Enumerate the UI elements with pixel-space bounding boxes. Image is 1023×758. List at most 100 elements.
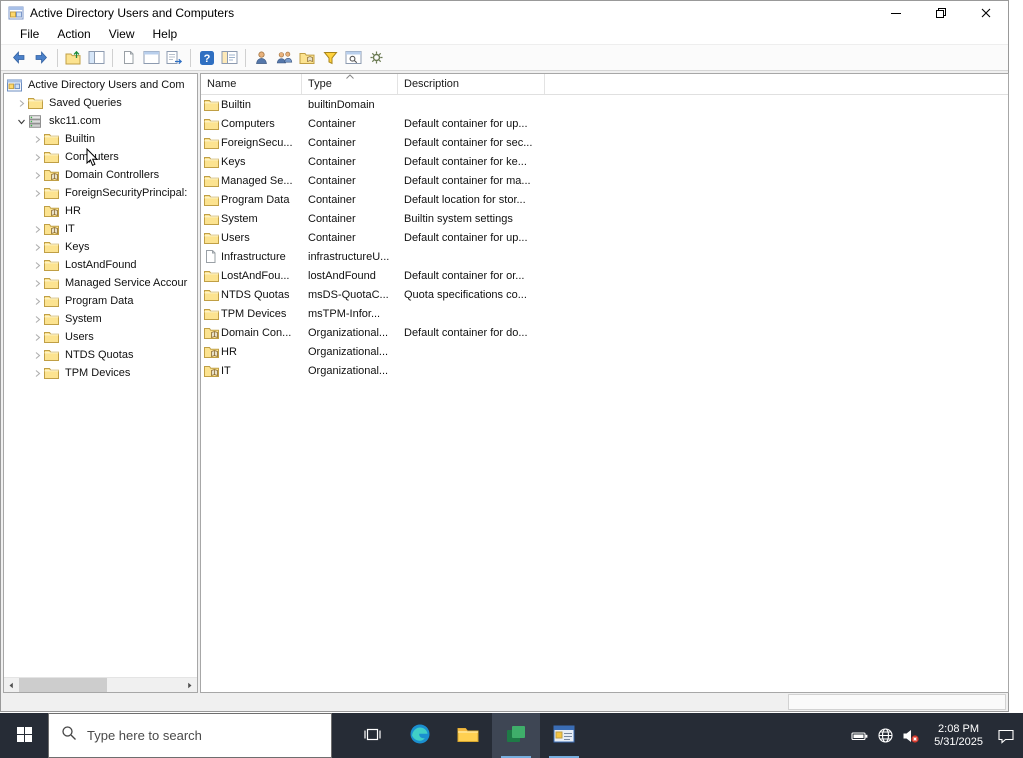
chevron-right-icon[interactable] [30, 333, 44, 342]
list-row-it[interactable]: IT Organizational... [201, 361, 1008, 380]
list-row-managed-se[interactable]: Managed Se... Container Default container … [201, 171, 1008, 190]
minimize-button[interactable] [873, 1, 918, 24]
list-row-tpm-devices[interactable]: TPM Devices msTPM-Infor... [201, 304, 1008, 323]
tree-item-hr[interactable]: HR [4, 202, 197, 220]
list-row-domain-con[interactable]: Domain Con... Organizational... Default co… [201, 323, 1008, 342]
list-row-system[interactable]: System Container Builtin system settings [201, 209, 1008, 228]
mmc-console-button[interactable] [540, 713, 588, 758]
chevron-right-icon[interactable] [30, 153, 44, 162]
list-row-lostandfou[interactable]: LostAndFou... lostAndFound Default contain… [201, 266, 1008, 285]
task-view-button[interactable] [348, 713, 396, 758]
edge-browser-button[interactable] [396, 713, 444, 758]
chevron-right-icon[interactable] [30, 171, 44, 180]
chevron-right-icon[interactable] [30, 135, 44, 144]
tree-item-system[interactable]: System [4, 310, 197, 328]
chevron-right-icon[interactable] [30, 315, 44, 324]
tree-item-users[interactable]: Users [4, 328, 197, 346]
refresh-icon[interactable] [140, 46, 163, 69]
tree-item-active-directory-users-and-com[interactable]: Active Directory Users and Com [4, 76, 197, 94]
tree-item-label: IT [65, 223, 75, 235]
chevron-right-icon[interactable] [30, 297, 44, 306]
tree-item-builtin[interactable]: Builtin [4, 130, 197, 148]
tree-item-label: Users [65, 331, 94, 343]
help-icon[interactable]: ? [195, 46, 218, 69]
item-type: msDS-QuotaC... [308, 288, 389, 301]
set-filter-icon[interactable] [319, 46, 342, 69]
chevron-right-icon[interactable] [30, 189, 44, 198]
list-row-hr[interactable]: HR Organizational... [201, 342, 1008, 361]
tree-item-program-data[interactable]: Program Data [4, 292, 197, 310]
tree-item-ntds-quotas[interactable]: NTDS Quotas [4, 346, 197, 364]
column-header-type[interactable]: Type [302, 74, 398, 94]
chevron-right-icon[interactable] [30, 369, 44, 378]
tree-item-computers[interactable]: Computers [4, 148, 197, 166]
title-bar[interactable]: Active Directory Users and Computers [1, 1, 1008, 24]
chevron-right-icon[interactable] [30, 351, 44, 360]
tree-item-tpm-devices[interactable]: TPM Devices [4, 364, 197, 382]
chevron-down-icon[interactable] [14, 117, 28, 126]
list-row-keys[interactable]: Keys Container Default container for ke... [201, 152, 1008, 171]
up-one-level-icon[interactable] [62, 46, 85, 69]
advanced-icon[interactable] [365, 46, 388, 69]
list-row-foreignsecu[interactable]: ForeignSecu... Container Default container… [201, 133, 1008, 152]
chevron-right-icon[interactable] [30, 243, 44, 252]
network-globe-icon[interactable] [877, 727, 894, 744]
back-icon[interactable] [7, 46, 30, 69]
chevron-right-icon[interactable] [30, 225, 44, 234]
tree-item-saved-queries[interactable]: Saved Queries [4, 94, 197, 112]
menu-file[interactable]: File [11, 25, 48, 43]
chevron-right-icon[interactable] [30, 279, 44, 288]
column-header-name[interactable]: Name [201, 74, 302, 94]
menu-view[interactable]: View [100, 25, 144, 43]
tree-item-managed-service-accour[interactable]: Managed Service Accour [4, 274, 197, 292]
list-row-program-data[interactable]: Program Data Container Default location fo… [201, 190, 1008, 209]
show-console-tree-icon[interactable] [85, 46, 108, 69]
console-pane-icon[interactable] [218, 46, 241, 69]
green-app-button[interactable] [492, 713, 540, 758]
chevron-right-icon[interactable] [30, 261, 44, 270]
create-group-icon[interactable] [273, 46, 296, 69]
ou-icon [44, 169, 61, 181]
list-row-builtin[interactable]: Builtin builtinDomain [201, 95, 1008, 114]
tree-item-domain-controllers[interactable]: Domain Controllers [4, 166, 197, 184]
file-explorer-button[interactable] [444, 713, 492, 758]
start-button[interactable] [0, 713, 48, 758]
close-button[interactable] [963, 1, 1008, 24]
restore-button[interactable] [918, 1, 963, 24]
tree-item-it[interactable]: IT [4, 220, 197, 238]
tree-item-skc11-com[interactable]: skc11.com [4, 112, 197, 130]
tree-horizontal-scrollbar[interactable] [4, 677, 197, 692]
chevron-right-icon[interactable] [14, 99, 28, 108]
list-row-ntds-quotas[interactable]: NTDS Quotas msDS-QuotaC... Quota specifica… [201, 285, 1008, 304]
find-icon[interactable] [342, 46, 365, 69]
system-tray: 2:08 PM 5/31/2025 [851, 713, 1023, 758]
taskbar-search[interactable]: Type here to search [48, 713, 332, 758]
export-list-icon[interactable] [163, 46, 186, 69]
menu-action[interactable]: Action [48, 25, 99, 43]
scrollbar-thumb[interactable] [19, 677, 107, 692]
properties-icon[interactable] [117, 46, 140, 69]
menu-help[interactable]: Help [144, 25, 187, 43]
taskbar-clock[interactable]: 2:08 PM 5/31/2025 [934, 723, 983, 749]
list-row-infrastructure[interactable]: Infrastructure infrastructureU... [201, 247, 1008, 266]
aduc-app-icon [8, 5, 24, 21]
tree-item-foreignsecurityprincipal[interactable]: ForeignSecurityPrincipal: [4, 184, 197, 202]
domain-icon [28, 114, 45, 128]
tree-item-keys[interactable]: Keys [4, 238, 197, 256]
battery-icon[interactable] [851, 728, 869, 744]
menu-bar: File Action View Help [1, 24, 1008, 44]
forward-icon[interactable] [30, 46, 53, 69]
create-ou-icon[interactable] [296, 46, 319, 69]
scroll-left-icon[interactable] [4, 678, 19, 693]
scroll-right-icon[interactable] [182, 678, 197, 693]
column-header-description[interactable]: Description [398, 74, 545, 94]
folder-icon [44, 367, 61, 379]
list-row-users[interactable]: Users Container Default container for up..… [201, 228, 1008, 247]
create-user-icon[interactable] [250, 46, 273, 69]
folder-icon [44, 133, 61, 145]
action-center-icon[interactable] [997, 728, 1015, 744]
list-row-computers[interactable]: Computers Container Default container for … [201, 114, 1008, 133]
volume-muted-icon[interactable] [902, 728, 920, 744]
tree-item-lostandfound[interactable]: LostAndFound [4, 256, 197, 274]
name-cell: Program Data [201, 194, 302, 206]
